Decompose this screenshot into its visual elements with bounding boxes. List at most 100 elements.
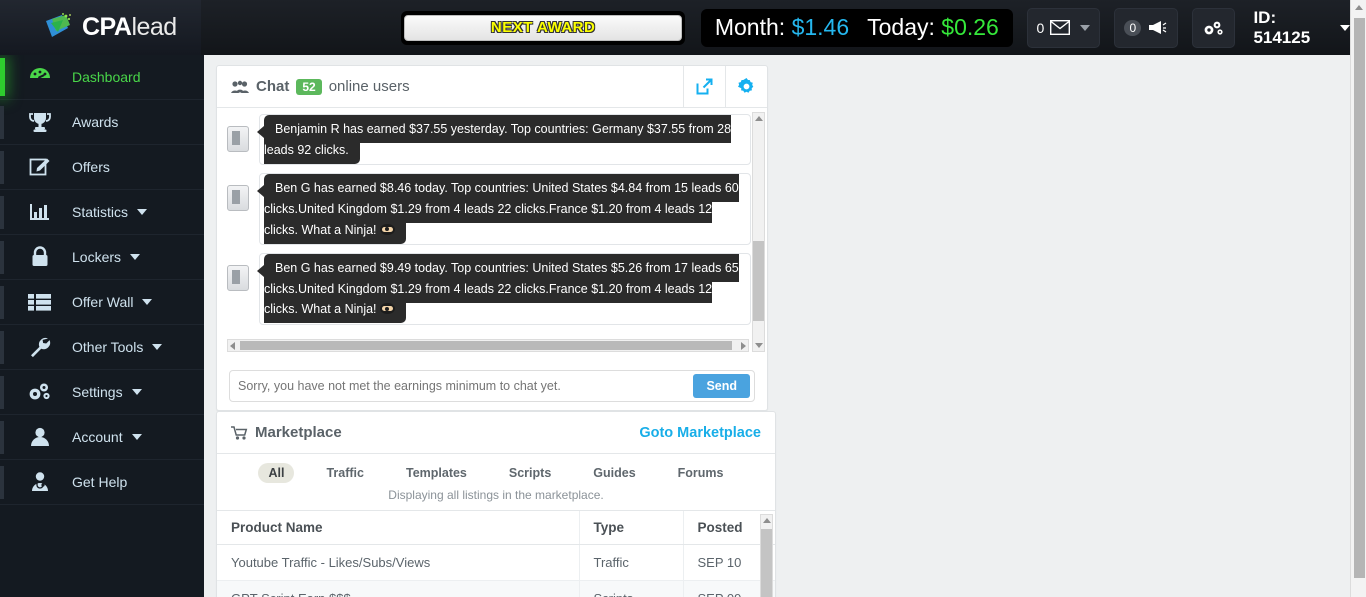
bar-chart-icon bbox=[26, 201, 54, 223]
chat-message: Benjamin R has earned $37.55 yesterday. … bbox=[227, 114, 751, 165]
edit-note-icon bbox=[26, 156, 54, 178]
header-month-value: $1.46 bbox=[792, 14, 850, 40]
sidebar-label: Dashboard bbox=[72, 69, 141, 85]
marketplace-header: Marketplace Goto Marketplace bbox=[217, 412, 775, 454]
top-header-bar: CPAlead NEXT AWARD Month: $1.46 Today: $… bbox=[0, 0, 1350, 55]
tab-guides[interactable]: Guides bbox=[583, 463, 645, 483]
sidebar-item-awards[interactable]: Awards bbox=[0, 100, 204, 145]
chat-hscroll-thumb[interactable] bbox=[240, 341, 732, 350]
marketplace-table: Product Name Type Posted Youtube Traffic… bbox=[217, 510, 775, 597]
table-row[interactable]: Youtube Traffic - Likes/Subs/Views Traff… bbox=[217, 545, 775, 581]
chat-scroll-thumb[interactable] bbox=[753, 241, 764, 321]
marketplace-table-scroll[interactable]: Product Name Type Posted Youtube Traffic… bbox=[217, 510, 775, 597]
trophy-icon bbox=[26, 111, 54, 133]
sidebar-label: Offers bbox=[72, 159, 110, 175]
sidebar-item-settings[interactable]: Settings bbox=[0, 370, 204, 415]
external-link-icon bbox=[696, 78, 713, 95]
sidebar-item-label: Offer Wall bbox=[72, 294, 133, 310]
page-scrollbar[interactable] bbox=[1350, 0, 1366, 597]
gears-icon bbox=[1203, 19, 1225, 37]
tools-gears-button[interactable] bbox=[1192, 8, 1236, 48]
scroll-left-arrow-icon[interactable] bbox=[230, 342, 235, 350]
sidebar-item-account[interactable]: Account bbox=[0, 415, 204, 460]
sidebar-label: Statistics bbox=[72, 204, 147, 220]
chat-messages-list[interactable]: Benjamin R has earned $37.55 yesterday. … bbox=[217, 108, 767, 356]
chat-vertical-scrollbar[interactable] bbox=[752, 112, 765, 352]
tab-all[interactable]: All bbox=[258, 463, 294, 483]
table-row[interactable]: GPT Script Earn $$$ Scripts SEP 09 bbox=[217, 581, 775, 597]
ninja-emoji-icon bbox=[380, 303, 395, 314]
tab-traffic[interactable]: Traffic bbox=[316, 463, 374, 483]
envelope-icon bbox=[1050, 20, 1070, 35]
marketplace-title: Marketplace bbox=[255, 424, 342, 441]
cell-product-name[interactable]: GPT Script Earn $$$ bbox=[217, 581, 579, 597]
column-type: Type bbox=[579, 511, 683, 545]
next-award-bar: NEXT AWARD bbox=[404, 15, 681, 41]
scroll-right-arrow-icon[interactable] bbox=[741, 342, 746, 350]
sidebar-label: Account bbox=[72, 429, 142, 445]
header-today-value: $0.26 bbox=[941, 14, 999, 40]
messages-button[interactable]: 0 bbox=[1027, 8, 1100, 48]
sidebar-item-offers[interactable]: Offers bbox=[0, 145, 204, 190]
brand-bold: CPA bbox=[82, 13, 131, 41]
sidebar-item-dashboard[interactable]: Dashboard bbox=[0, 55, 204, 100]
chevron-down-icon bbox=[1340, 25, 1350, 31]
scroll-up-arrow-icon[interactable] bbox=[763, 518, 771, 523]
chat-settings-button[interactable] bbox=[725, 66, 767, 108]
chevron-down-icon bbox=[152, 344, 162, 350]
chevron-down-icon bbox=[142, 299, 152, 305]
chat-popout-button[interactable] bbox=[683, 66, 725, 108]
cpalead-logo-icon bbox=[42, 11, 76, 45]
chat-horizontal-scrollbar[interactable] bbox=[227, 339, 749, 352]
brand-name: CPAlead bbox=[82, 13, 177, 42]
chat-message-input[interactable] bbox=[238, 379, 693, 393]
sidebar-label: Settings bbox=[72, 384, 142, 400]
list-grid-icon bbox=[26, 292, 54, 312]
avatar bbox=[227, 185, 249, 211]
chevron-down-icon bbox=[137, 209, 147, 215]
tab-templates[interactable]: Templates bbox=[396, 463, 477, 483]
sidebar-item-get-help[interactable]: Get Help bbox=[0, 460, 204, 505]
sidebar-item-label: Settings bbox=[72, 384, 123, 400]
goto-marketplace-link[interactable]: Goto Marketplace bbox=[639, 425, 761, 441]
table-header-row: Product Name Type Posted bbox=[217, 511, 775, 545]
tab-forums[interactable]: Forums bbox=[668, 463, 734, 483]
announcements-button[interactable]: 0 bbox=[1114, 8, 1178, 48]
chat-message: Ben G has earned $9.49 today. Top countr… bbox=[227, 253, 751, 325]
dashboard-page: CPAlead NEXT AWARD Month: $1.46 Today: $… bbox=[0, 0, 1366, 597]
chat-message-text: Ben G has earned $9.49 today. Top countr… bbox=[264, 261, 739, 316]
sidebar-item-lockers[interactable]: Lockers bbox=[0, 235, 204, 280]
brand-logo[interactable]: CPAlead bbox=[0, 0, 201, 55]
sidebar-item-other-tools[interactable]: Other Tools bbox=[0, 325, 204, 370]
sidebar-item-statistics[interactable]: Statistics bbox=[0, 190, 204, 235]
earnings-summary-header: Month: $1.46 Today: $0.26 bbox=[701, 9, 1013, 47]
account-id-dropdown[interactable]: ID: 514125 bbox=[1253, 8, 1350, 48]
cell-type: Scripts bbox=[579, 581, 683, 597]
sidebar-item-label: Account bbox=[72, 429, 123, 445]
marketplace-scroll-thumb[interactable] bbox=[761, 529, 772, 597]
main-content: Chat 52 online users bbox=[204, 55, 1350, 597]
chat-header-actions bbox=[683, 66, 767, 108]
marketplace-scrollbar[interactable] bbox=[760, 514, 773, 597]
shopping-cart-icon bbox=[231, 426, 248, 440]
scroll-up-arrow-icon[interactable] bbox=[755, 116, 763, 121]
sidebar-label: Lockers bbox=[72, 249, 140, 265]
cell-product-name[interactable]: Youtube Traffic - Likes/Subs/Views bbox=[217, 545, 579, 581]
scroll-down-arrow-icon[interactable] bbox=[755, 343, 763, 348]
next-award-progress[interactable]: NEXT AWARD bbox=[401, 11, 684, 45]
tab-scripts[interactable]: Scripts bbox=[499, 463, 561, 483]
sidebar-item-label: Get Help bbox=[72, 474, 127, 490]
chat-send-button[interactable]: Send bbox=[693, 374, 750, 398]
chat-panel-header: Chat 52 online users bbox=[217, 66, 767, 108]
sidebar-item-label: Dashboard bbox=[72, 69, 141, 85]
chat-bubble: Ben G has earned $9.49 today. Top countr… bbox=[264, 254, 739, 323]
scroll-up-arrow-icon[interactable] bbox=[1355, 5, 1363, 10]
page-scroll-thumb[interactable] bbox=[1354, 18, 1365, 578]
sidebar-item-offer-wall[interactable]: Offer Wall bbox=[0, 280, 204, 325]
chevron-down-icon bbox=[1080, 25, 1090, 31]
chat-message-text: Benjamin R has earned $37.55 yesterday. … bbox=[264, 115, 731, 164]
sidebar-nav: Dashboard Awards Offers Statistics Locke bbox=[0, 55, 204, 597]
gear-icon bbox=[738, 78, 755, 95]
chat-bubble-wrap: Ben G has earned $8.46 today. Top countr… bbox=[259, 173, 751, 245]
chat-title-group: Chat 52 online users bbox=[231, 78, 410, 95]
